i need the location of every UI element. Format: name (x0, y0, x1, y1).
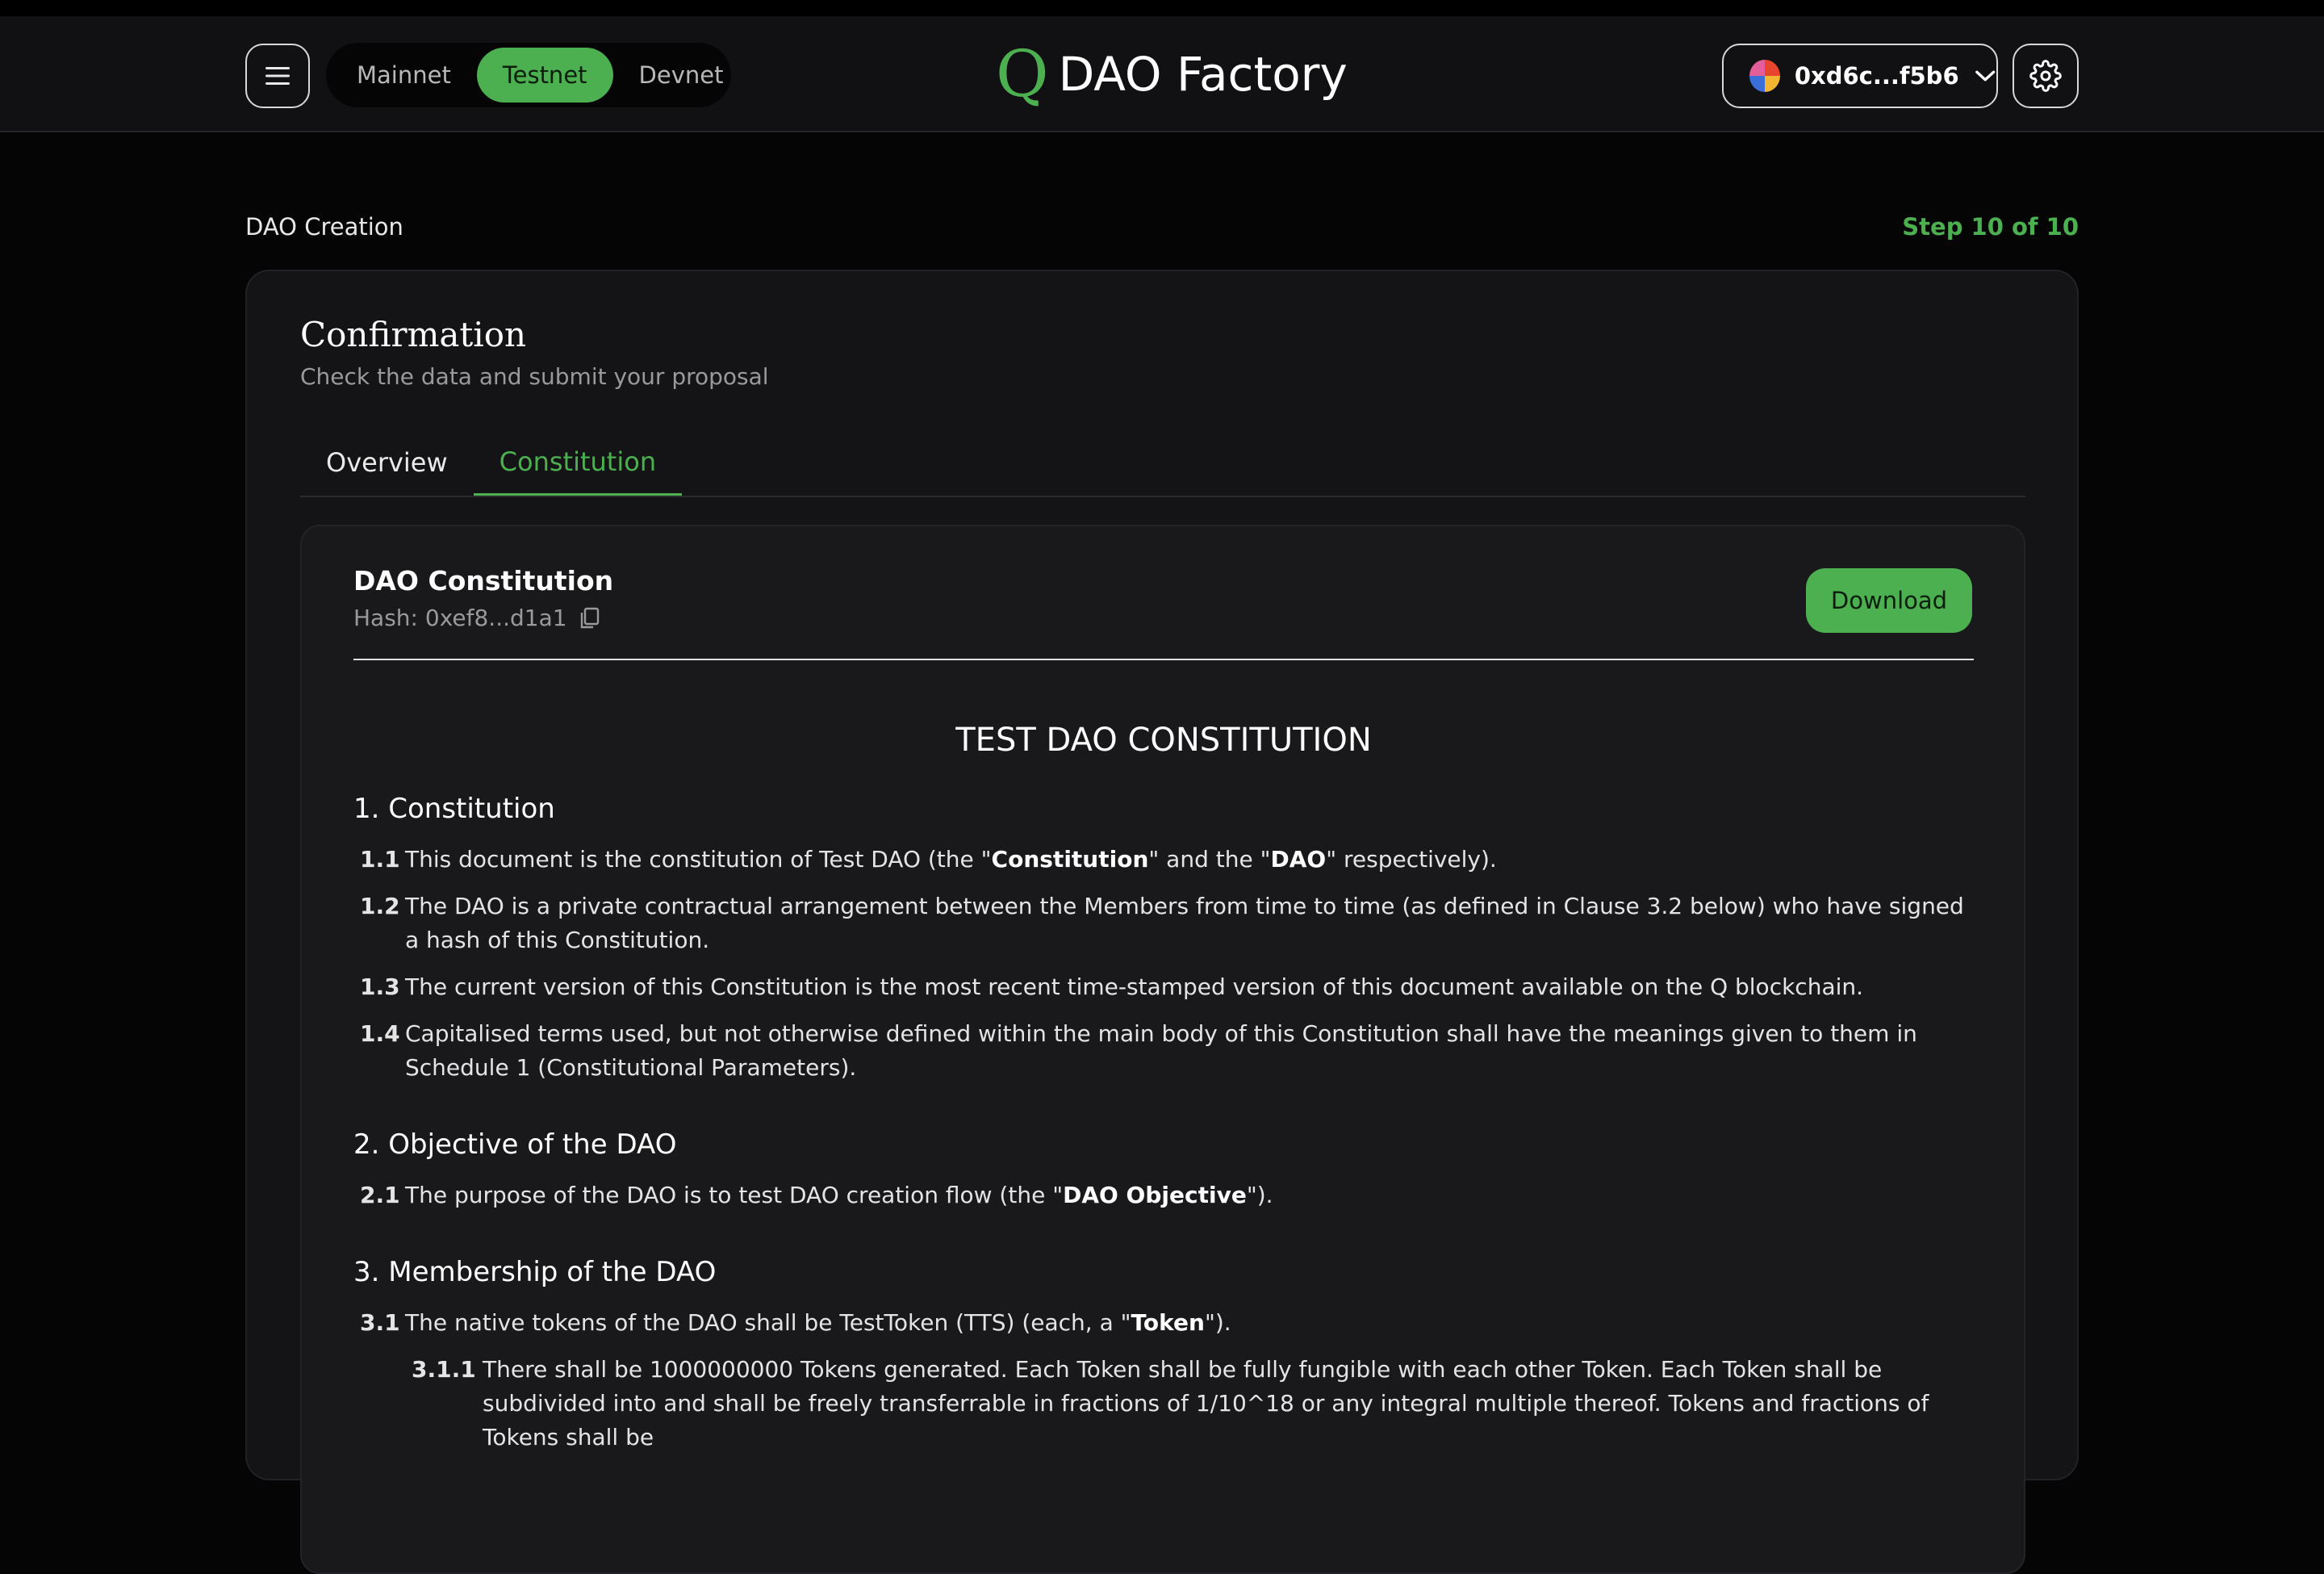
clause-text-part: The purpose of the DAO is to test DAO cr… (405, 1182, 1064, 1208)
clause-text-part: The native tokens of the DAO shall be Te… (405, 1309, 1131, 1336)
clause-number: 1.2 (360, 893, 400, 919)
page-subtitle: Check the data and submit your proposal (300, 363, 769, 390)
constitution-hash: Hash: 0xef8...d1a1 (353, 605, 613, 631)
clause-text-part: "). (1204, 1309, 1231, 1336)
tab-constitution[interactable]: Constitution (473, 429, 683, 496)
clause-text: The current version of this Constitution… (405, 973, 1864, 1000)
hash-value: Hash: 0xef8...d1a1 (353, 605, 567, 631)
tab-bar: Overview Constitution (300, 429, 2025, 497)
app-title: DAO Factory (1058, 47, 1348, 102)
constitution-body: TEST DAO CONSTITUTION 1. Constitution 1.… (353, 722, 1974, 1455)
clause-text: The purpose of the DAO is to test DAO cr… (405, 1178, 1974, 1212)
q-logo-icon: Q (996, 36, 1049, 111)
clause-2-1: 2.1 The purpose of the DAO is to test DA… (353, 1178, 1974, 1212)
clause-1-1: 1.1 This document is the constitution of… (353, 843, 1974, 877)
defined-term: DAO Objective (1063, 1182, 1247, 1208)
clause-3-1: 3.1 The native tokens of the DAO shall b… (353, 1306, 1974, 1340)
clause-1-4: 1.4 Capitalised terms used, but not othe… (353, 1017, 1974, 1085)
divider (353, 659, 1974, 660)
clause-number: 1.3 (360, 973, 400, 1000)
gear-icon (2029, 60, 2062, 92)
hamburger-menu-icon (265, 67, 290, 85)
wallet-address: 0xd6c...f5b6 (1794, 62, 1959, 90)
wallet-avatar (1749, 60, 1780, 92)
document-main-title: TEST DAO CONSTITUTION (955, 722, 1372, 759)
defined-term: DAO (1270, 846, 1327, 873)
clause-number: 3.1.1 (412, 1356, 476, 1383)
clause-text-part: This document is the constitution of Tes… (405, 846, 992, 873)
page-title: Confirmation (300, 315, 527, 354)
defined-term: Token (1131, 1309, 1205, 1336)
network-switcher: Mainnet Testnet Devnet (326, 43, 731, 107)
tab-overview[interactable]: Overview (300, 429, 474, 496)
constitution-title: DAO Constitution (353, 565, 614, 597)
section-heading: 3. Membership of the DAO (353, 1256, 717, 1288)
network-option-devnet[interactable]: Devnet (613, 48, 750, 103)
chevron-down-icon (1975, 70, 1995, 82)
clause-3-1-1: 3.1.1 There shall be 1000000000 Tokens g… (353, 1353, 1974, 1455)
network-option-testnet[interactable]: Testnet (476, 48, 613, 103)
step-indicator: Step 10 of 10 (1902, 213, 2079, 241)
constitution-header: DAO Constitution Hash: 0xef8...d1a1 (353, 565, 613, 631)
clause-1-3: 1.3 The current version of this Constitu… (353, 970, 1974, 1004)
clause-number: 1.1 (360, 846, 400, 873)
network-option-mainnet[interactable]: Mainnet (331, 48, 477, 103)
confirmation-card: Confirmation Check the data and submit y… (245, 270, 2079, 1574)
download-button[interactable]: Download (1806, 568, 1972, 633)
clause-text-part: " respectively). (1326, 846, 1497, 873)
clause-number: 2.1 (360, 1182, 400, 1208)
clause-text: Capitalised terms used, but not otherwis… (405, 1020, 1917, 1081)
clause-number: 1.4 (360, 1020, 400, 1047)
section-heading: 1. Constitution (353, 793, 555, 825)
clause-text-part: " and the " (1148, 846, 1271, 873)
app-logo[interactable]: Q DAO Factory (996, 40, 1348, 108)
clause-text-part: "). (1246, 1182, 1273, 1208)
top-strip (0, 0, 2324, 16)
copy-icon[interactable] (579, 607, 600, 630)
wallet-button[interactable]: 0xd6c...f5b6 (1722, 44, 1998, 108)
clause-text: This document is the constitution of Tes… (405, 843, 1974, 877)
clause-text: The native tokens of the DAO shall be Te… (405, 1306, 1974, 1340)
defined-term: Constitution (991, 846, 1149, 873)
breadcrumb: DAO Creation (245, 213, 403, 241)
menu-button[interactable] (245, 44, 310, 108)
app-header: Mainnet Testnet Devnet Q DAO Factory 0xd… (0, 16, 2324, 132)
section-heading: 2. Objective of the DAO (353, 1128, 677, 1161)
clause-1-2: 1.2 The DAO is a private contractual arr… (353, 890, 1974, 957)
settings-button[interactable] (2013, 44, 2079, 108)
constitution-panel: DAO Constitution Hash: 0xef8...d1a1 Down… (300, 525, 2025, 1574)
clause-number: 3.1 (360, 1309, 400, 1336)
clause-text: The DAO is a private contractual arrange… (405, 893, 1964, 953)
clause-text: There shall be 1000000000 Tokens generat… (483, 1356, 1929, 1451)
